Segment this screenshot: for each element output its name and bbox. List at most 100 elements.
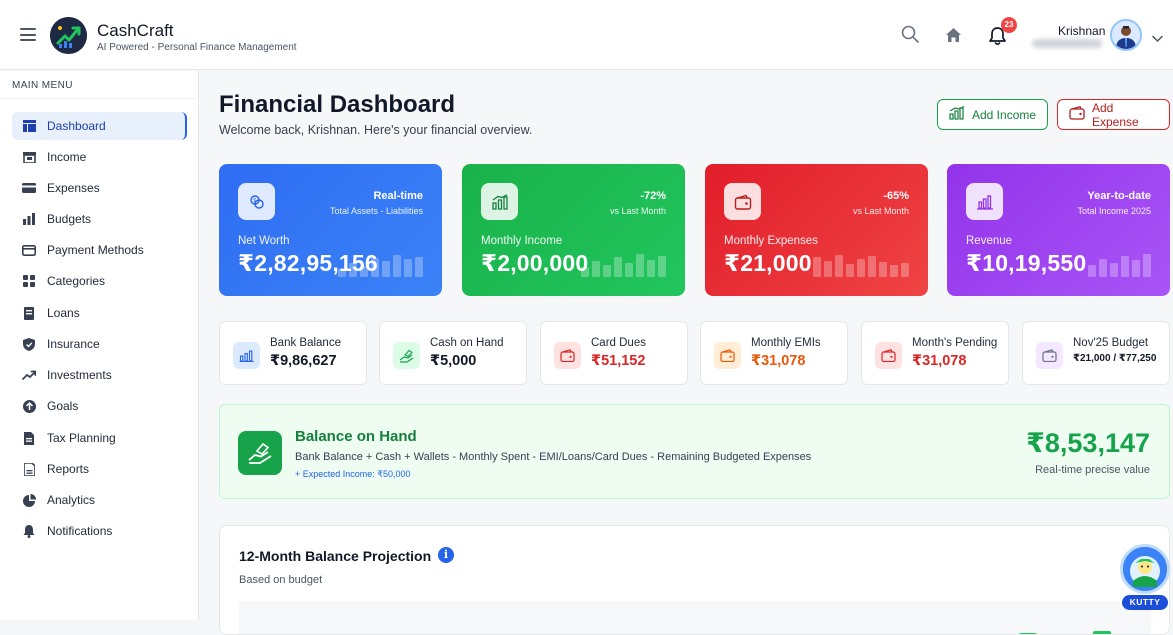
- stat-label: Cash on Hand: [430, 337, 504, 349]
- sidebar-item-investments[interactable]: Investments: [12, 361, 187, 389]
- cash-on-hand-stat[interactable]: Cash on Hand ₹5,000: [379, 321, 527, 385]
- balance-on-hand-panel: Balance on Hand Bank Balance + Cash + Wa…: [219, 404, 1170, 499]
- card-label: Monthly Expenses: [724, 235, 818, 247]
- sidebar-item-tax-planning[interactable]: Tax Planning: [12, 424, 187, 452]
- user-name[interactable]: Krishnan: [1058, 24, 1105, 38]
- pie-chart-icon: [22, 493, 36, 507]
- revenue-card[interactable]: Year-to-date Total Income 2025 Revenue ₹…: [947, 164, 1170, 296]
- menu-title: MAIN MENU: [12, 80, 73, 91]
- add-expense-label: Add Expense: [1092, 100, 1139, 129]
- bar-chart-icon: [966, 183, 1003, 220]
- sidebar-item-payment-methods[interactable]: Payment Methods: [12, 236, 187, 264]
- info-icon[interactable]: i: [438, 547, 454, 563]
- chevron-down-icon[interactable]: [1152, 30, 1163, 48]
- decorative-bars: [338, 255, 423, 277]
- sidebar-item-label: Categories: [47, 274, 106, 288]
- projection-bar: [1093, 631, 1111, 634]
- notification-badge: 23: [1001, 17, 1017, 33]
- monthly-budget-stat[interactable]: Nov'25 Budget ₹21,000 / ₹77,250: [1022, 321, 1170, 385]
- balance-title: Balance on Hand: [295, 428, 417, 445]
- app-tagline: AI Powered - Personal Finance Management: [97, 42, 297, 53]
- net-worth-card[interactable]: $ Real-time Total Assets - Liabilities N…: [219, 164, 442, 296]
- home-icon[interactable]: [945, 27, 962, 48]
- sidebar-item-label: Analytics: [47, 493, 96, 507]
- card-label: Net Worth: [238, 235, 290, 247]
- sidebar-item-dashboard[interactable]: Dashboard: [12, 112, 187, 140]
- trend-up-icon: [22, 368, 36, 382]
- balance-formula: Bank Balance + Cash + Wallets - Monthly …: [295, 451, 812, 463]
- sidebar-item-label: Notifications: [47, 524, 113, 538]
- income-chart-icon: [949, 105, 965, 123]
- projection-chart-area: [239, 601, 1151, 634]
- sidebar: MAIN MENU Dashboard Income Expenses Budg…: [0, 71, 199, 620]
- sidebar-item-categories[interactable]: Categories: [12, 267, 187, 295]
- app-logo[interactable]: [50, 17, 87, 54]
- cash-hand-icon: [393, 342, 420, 369]
- income-chart-icon: [481, 183, 518, 220]
- bell-icon: [22, 524, 36, 538]
- card-note: vs Last Month: [609, 206, 666, 216]
- monthly-income-card[interactable]: -72% vs Last Month Monthly Income ₹2,00,…: [462, 164, 685, 296]
- monthly-expenses-card[interactable]: -65% vs Last Month Monthly Expenses ₹21,…: [705, 164, 928, 296]
- top-bar: CashCraft AI Powered - Personal Finance …: [0, 0, 1173, 70]
- stat-value: ₹21,000 / ₹77,250: [1073, 353, 1157, 364]
- sidebar-item-label: Loans: [47, 306, 80, 320]
- monthly-emis-stat[interactable]: Monthly EMIs ₹31,078: [700, 321, 848, 385]
- page-subtitle: Welcome back, Krishnan. Here's your fina…: [219, 123, 533, 137]
- card-note: Total Assets - Liabilities: [329, 206, 423, 216]
- sidebar-item-analytics[interactable]: Analytics: [12, 486, 187, 514]
- balance-value: ₹8,53,147: [1026, 428, 1150, 458]
- decorative-bars: [1088, 254, 1151, 277]
- file-icon: [22, 431, 36, 445]
- wallet-icon: [1069, 106, 1085, 123]
- stat-label: Nov'25 Budget: [1073, 337, 1149, 349]
- sidebar-item-budgets[interactable]: Budgets: [12, 205, 187, 233]
- cash-hand-icon: [238, 431, 282, 475]
- grid-icon: [22, 274, 36, 288]
- projection-title: 12-Month Balance Projection: [239, 548, 432, 564]
- sidebar-item-income[interactable]: Income: [12, 143, 187, 171]
- sidebar-item-label: Payment Methods: [47, 243, 144, 257]
- wallet-icon: [1036, 342, 1063, 369]
- sidebar-item-label: Budgets: [47, 212, 92, 226]
- stat-label: Monthly EMIs: [751, 337, 821, 349]
- sidebar-item-notifications[interactable]: Notifications: [12, 517, 187, 545]
- assistant-avatar[interactable]: [1120, 544, 1170, 594]
- card-value: ₹10,19,550: [966, 250, 1087, 276]
- divider: [0, 98, 199, 99]
- svg-text:$: $: [253, 198, 256, 204]
- balance-projection-panel: 12-Month Balance Projection i Based on b…: [219, 525, 1170, 635]
- add-income-button[interactable]: Add Income: [937, 99, 1048, 130]
- sidebar-item-loans[interactable]: Loans: [12, 299, 187, 327]
- card-badge: Real-time: [373, 190, 423, 202]
- stat-label: Bank Balance: [270, 337, 341, 349]
- card-dues-stat[interactable]: Card Dues ₹51,152: [540, 321, 688, 385]
- page-title: Financial Dashboard: [219, 91, 456, 118]
- add-expense-button[interactable]: Add Expense: [1057, 99, 1170, 130]
- bank-balance-stat[interactable]: Bank Balance ₹9,86,627: [219, 321, 367, 385]
- sidebar-item-reports[interactable]: Reports: [12, 455, 187, 483]
- search-icon[interactable]: [901, 25, 919, 48]
- avatar[interactable]: [1110, 19, 1142, 51]
- card-label: Revenue: [966, 235, 1013, 247]
- card-badge: -65%: [883, 190, 909, 202]
- target-icon: [22, 399, 36, 413]
- stat-value: ₹5,000: [430, 353, 477, 369]
- document-icon: [22, 306, 36, 320]
- months-pending-stat[interactable]: Month's Pending ₹31,078: [861, 321, 1009, 385]
- expected-income: + Expected Income: ₹50,000: [295, 469, 411, 479]
- sidebar-item-label: Investments: [47, 368, 112, 382]
- sidebar-item-expenses[interactable]: Expenses: [12, 174, 187, 202]
- decorative-bars: [581, 254, 666, 277]
- assistant-label[interactable]: KUTTY: [1122, 595, 1168, 610]
- sidebar-item-insurance[interactable]: Insurance: [12, 330, 187, 358]
- card-badge: -72%: [640, 190, 666, 202]
- menu-icon[interactable]: [20, 28, 36, 41]
- sidebar-item-goals[interactable]: Goals: [12, 392, 187, 420]
- money-icon: $: [238, 183, 275, 220]
- stat-label: Month's Pending: [912, 337, 998, 349]
- payment-icon: [22, 243, 36, 257]
- sidebar-item-label: Reports: [47, 462, 90, 476]
- card-label: Monthly Income: [481, 235, 563, 247]
- sidebar-item-label: Insurance: [47, 337, 100, 351]
